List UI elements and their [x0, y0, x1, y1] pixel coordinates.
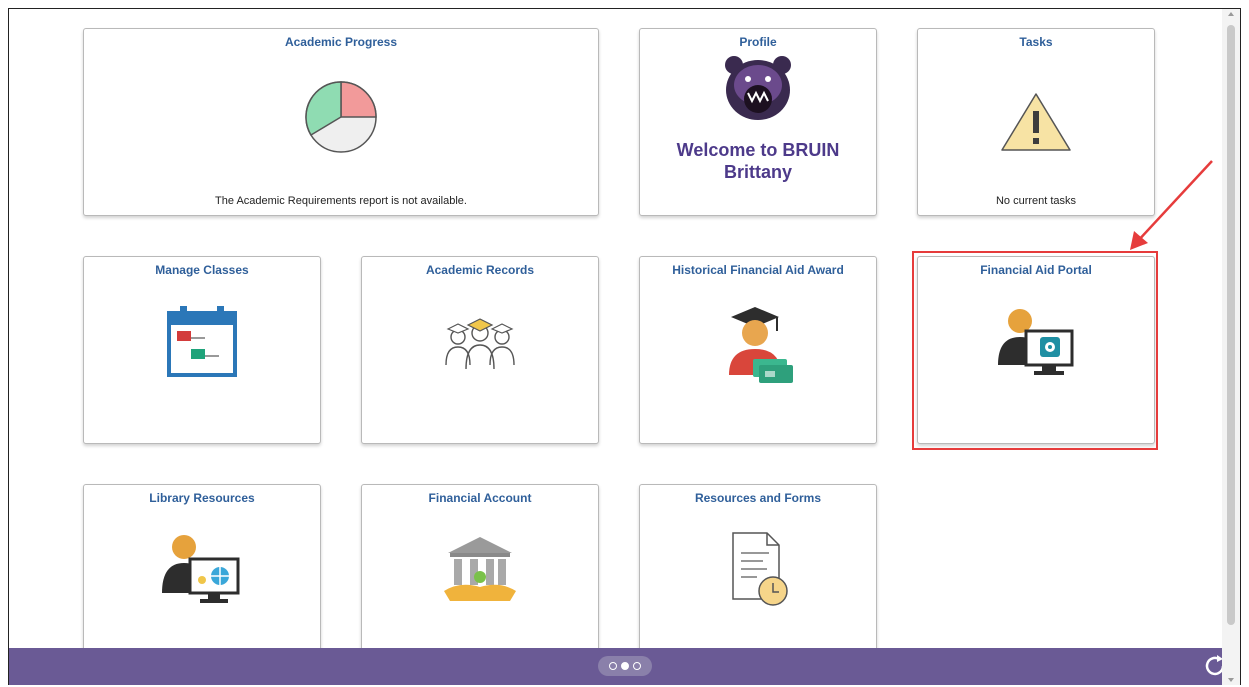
person-monitor-globe-icon — [162, 535, 240, 603]
bear-mascot-icon — [725, 56, 791, 120]
document-clock-icon — [732, 532, 788, 606]
tile-title: Financial Account — [428, 491, 532, 505]
tile-manage-classes[interactable]: Manage Classes — [83, 256, 321, 444]
tile-title: Library Resources — [149, 491, 255, 505]
tile-title: Resources and Forms — [694, 491, 822, 505]
vertical-scrollbar[interactable] — [1222, 9, 1240, 685]
tile-financial-account[interactable]: Financial Account — [361, 484, 599, 672]
tile-library-resources[interactable]: Library Resources — [83, 484, 321, 672]
annotation-arrow-icon — [1130, 160, 1213, 250]
page-indicator[interactable] — [598, 656, 652, 676]
tile-profile[interactable]: Profile Welcome to BRUIN Brittany — [639, 28, 877, 216]
tile-academic-progress[interactable]: Academic Progress The Academic Requireme… — [83, 28, 599, 216]
graduate-money-icon — [729, 307, 793, 383]
scroll-thumb[interactable] — [1227, 25, 1235, 625]
tile-title: Academic Records — [425, 263, 535, 277]
pie-chart-icon — [305, 81, 377, 153]
tile-footer-text: No current tasks — [995, 195, 1077, 207]
homepage-frame: Academic Progress The Academic Requireme… — [8, 8, 1241, 685]
scroll-down-icon[interactable] — [1228, 678, 1234, 682]
tile-financial-aid-portal[interactable]: Financial Aid Portal — [917, 256, 1155, 444]
welcome-line-1: Welcome to BRUIN — [676, 140, 840, 160]
tile-footer-text: The Academic Requirements report is not … — [215, 195, 467, 207]
scroll-up-icon[interactable] — [1228, 12, 1234, 16]
tile-title: Tasks — [1019, 35, 1053, 49]
bank-icon — [444, 537, 516, 601]
tile-title: Academic Progress — [284, 35, 398, 49]
page-dot-1[interactable] — [609, 662, 617, 670]
tile-historical-financial-aid[interactable]: Historical Financial Aid Award — [639, 256, 877, 444]
graduates-icon — [445, 318, 515, 370]
bottom-navigation-bar — [9, 648, 1225, 685]
tile-title: Financial Aid Portal — [980, 263, 1092, 277]
person-monitor-icon — [998, 309, 1074, 375]
page-dot-2[interactable] — [621, 662, 629, 670]
warning-icon — [1001, 93, 1071, 151]
welcome-line-2: Brittany — [723, 162, 792, 182]
welcome-message: Welcome to BRUIN Brittany — [640, 139, 876, 183]
tile-resources-and-forms[interactable]: Resources and Forms — [639, 484, 877, 672]
tile-title: Manage Classes — [155, 263, 249, 277]
tile-title: Profile — [739, 35, 777, 49]
tile-academic-records[interactable]: Academic Records — [361, 256, 599, 444]
page-dot-3[interactable] — [633, 662, 641, 670]
calendar-icon — [167, 306, 237, 377]
tile-title: Historical Financial Aid Award — [672, 263, 844, 277]
